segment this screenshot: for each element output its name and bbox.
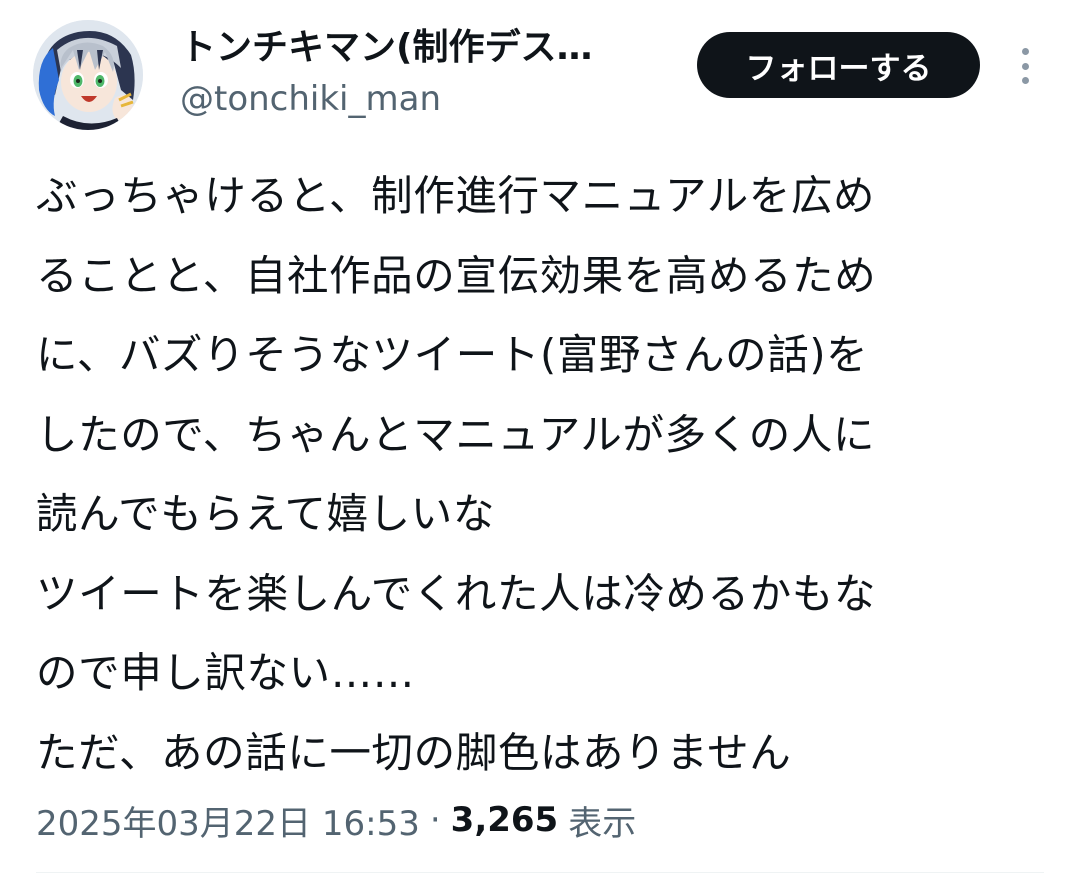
views-count: 3,265 <box>450 800 559 840</box>
views-label: 表示 <box>568 803 637 844</box>
tweet-line: ることと、自社作品の宣伝効果を高めるため <box>36 250 877 300</box>
more-dot <box>1021 62 1029 70</box>
author-display-name[interactable]: トンチキマン(制作デス… <box>180 24 592 72</box>
tweet-timestamp[interactable]: 2025年03月22日 16:53 <box>36 796 420 845</box>
avatar[interactable] <box>33 20 143 130</box>
tweet-line: ただ、あの話に一切の脚色はありません <box>36 727 792 777</box>
follow-button[interactable]: フォローする <box>697 32 980 98</box>
avatar-image <box>33 20 143 130</box>
divider <box>36 872 1044 873</box>
meta-separator: · <box>429 800 441 840</box>
author-handle[interactable]: @tonchiki_man <box>180 76 441 122</box>
tweet-line: に、バズりそうなツイート(富野さんの話)を <box>36 330 869 379</box>
tweet-meta: 2025年03月22日 16:53 · 3,265 表示 <box>36 796 636 844</box>
tweet-line: ぶっちゃけると、制作進行マニュアルを広め <box>36 171 876 220</box>
tweet-line: ので申し訳ない…… <box>36 648 415 697</box>
tweet-text: ぶっちゃけると、制作進行マニュアルを広め ることと、自社作品の宣伝効果を高めるた… <box>36 156 1046 792</box>
tweet-header: トンチキマン(制作デス… @tonchiki_man フォローする <box>0 0 1080 140</box>
tweet-line: 読んでもらえて嬉しいな <box>36 489 495 538</box>
tweet-line: したので、ちゃんとマニュアルが多くの人に <box>36 409 876 459</box>
more-dot <box>1021 48 1029 55</box>
more-dot <box>1021 77 1029 84</box>
tweet-line: ツイートを楽しんでくれた人は冷めるかもな <box>36 568 876 618</box>
more-vertical-icon[interactable] <box>1010 44 1040 88</box>
